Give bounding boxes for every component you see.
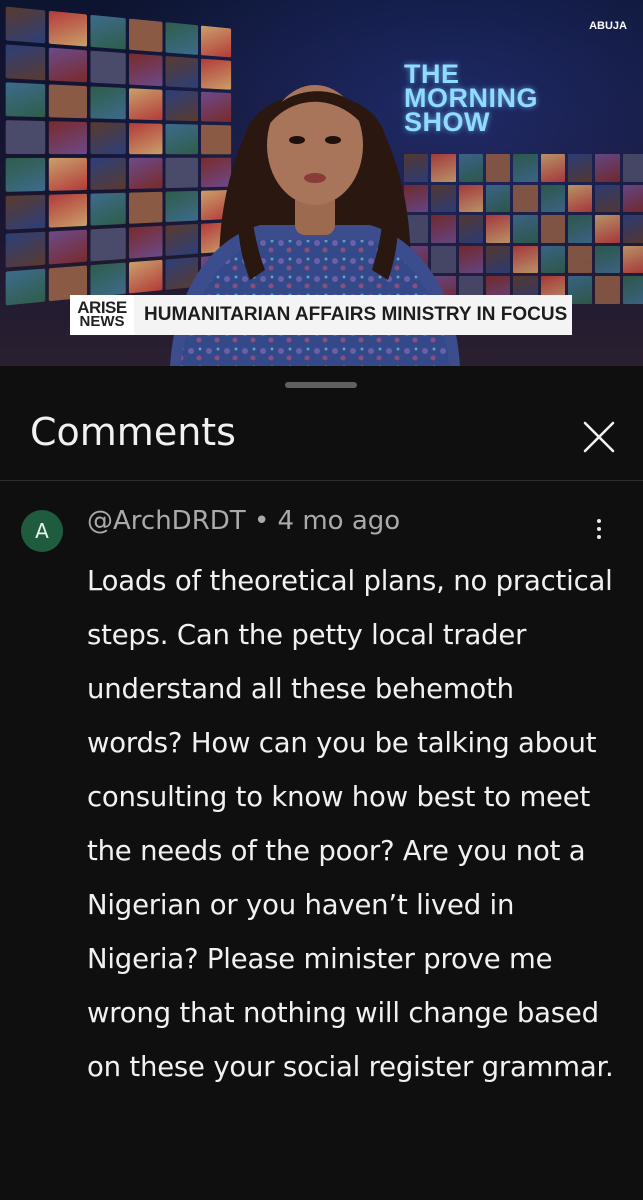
video-wall-tile (486, 245, 511, 274)
more-button[interactable] (584, 510, 614, 548)
video-wall-tile (595, 215, 620, 243)
video-wall-tile (622, 154, 643, 182)
video-wall-tile (90, 192, 126, 226)
video-wall-tile (5, 120, 46, 155)
comments-sheet: Comments A @ArchDRDT • 4 mo ago Loads of… (0, 366, 643, 1200)
video-wall-tile (90, 14, 126, 50)
video-wall-tile (49, 84, 87, 119)
video-wall-tile (5, 231, 46, 268)
video-wall-tile (540, 184, 565, 213)
video-wall-tile (90, 50, 126, 85)
video-wall-tile (5, 268, 46, 306)
video-wall-tile (622, 276, 643, 304)
lower-third: ARISE NEWS HUMANITARIAN AFFAIRS MINISTRY… (70, 295, 572, 335)
video-wall-tile (486, 154, 511, 182)
comment-meta: @ArchDRDT • 4 mo ago (87, 506, 400, 536)
video-wall-tile (540, 215, 565, 243)
video-wall-tile (595, 276, 620, 304)
video-wall-tile (568, 154, 593, 182)
video-wall-tile (540, 154, 565, 182)
video-wall-tile (90, 86, 126, 120)
show-logo-line: SHOW (404, 107, 490, 137)
video-wall-tile (513, 184, 538, 213)
video-wall-tile (486, 184, 511, 213)
video-wall-tile (90, 227, 126, 262)
video-wall-tile (49, 193, 87, 228)
video-wall-tile (622, 184, 643, 213)
comment-text: Loads of theoretical plans, no practical… (87, 565, 614, 1083)
video-wall-tile (513, 154, 538, 182)
video-wall-tile (595, 184, 620, 213)
video-wall-tile (5, 44, 46, 81)
video-wall-tile (49, 10, 87, 47)
comment-age: 4 mo ago (277, 506, 401, 536)
video-player[interactable]: THE MORNING SHOW ABUJA ARISE NEWS HUMANI… (0, 0, 643, 366)
video-wall-tile (513, 215, 538, 243)
video-wall-tile (622, 245, 643, 274)
video-wall-tile (595, 245, 620, 274)
comment-author[interactable]: @ArchDRDT (87, 506, 246, 536)
meta-separator: • (253, 506, 270, 536)
video-wall-tile (568, 215, 593, 243)
video-wall-tile (5, 157, 46, 192)
video-wall-tile (513, 245, 538, 274)
drag-handle[interactable] (285, 382, 357, 388)
video-wall-tile (5, 82, 46, 118)
video-wall-tile (49, 47, 87, 83)
show-logo: THE MORNING SHOW (404, 61, 538, 137)
channel-logo: ARISE NEWS (70, 295, 134, 335)
video-wall-tile (486, 215, 511, 243)
video-wall-tile (49, 229, 87, 265)
video-wall-tile (90, 157, 126, 190)
more-vert-icon (597, 519, 601, 539)
video-wall-tile (5, 6, 46, 44)
divider (0, 480, 643, 481)
video-wall-tile (49, 121, 87, 155)
close-button[interactable] (576, 414, 622, 460)
close-icon (583, 421, 615, 453)
location-badge: ABUJA (589, 20, 627, 32)
avatar[interactable]: A (21, 510, 63, 552)
video-wall-tile (90, 262, 126, 298)
video-wall-tile (5, 194, 46, 230)
video-wall-tile (90, 122, 126, 155)
video-wall-tile (49, 157, 87, 191)
video-wall-tile (595, 154, 620, 182)
headline-ticker: HUMANITARIAN AFFAIRS MINISTRY IN FOCUS (134, 295, 572, 335)
sheet-title: Comments (30, 410, 236, 454)
video-wall-tile (568, 245, 593, 274)
video-wall-tile (568, 184, 593, 213)
channel-logo-line: NEWS (79, 313, 125, 330)
video-wall-tile (540, 245, 565, 274)
video-wall-tile (622, 215, 643, 243)
